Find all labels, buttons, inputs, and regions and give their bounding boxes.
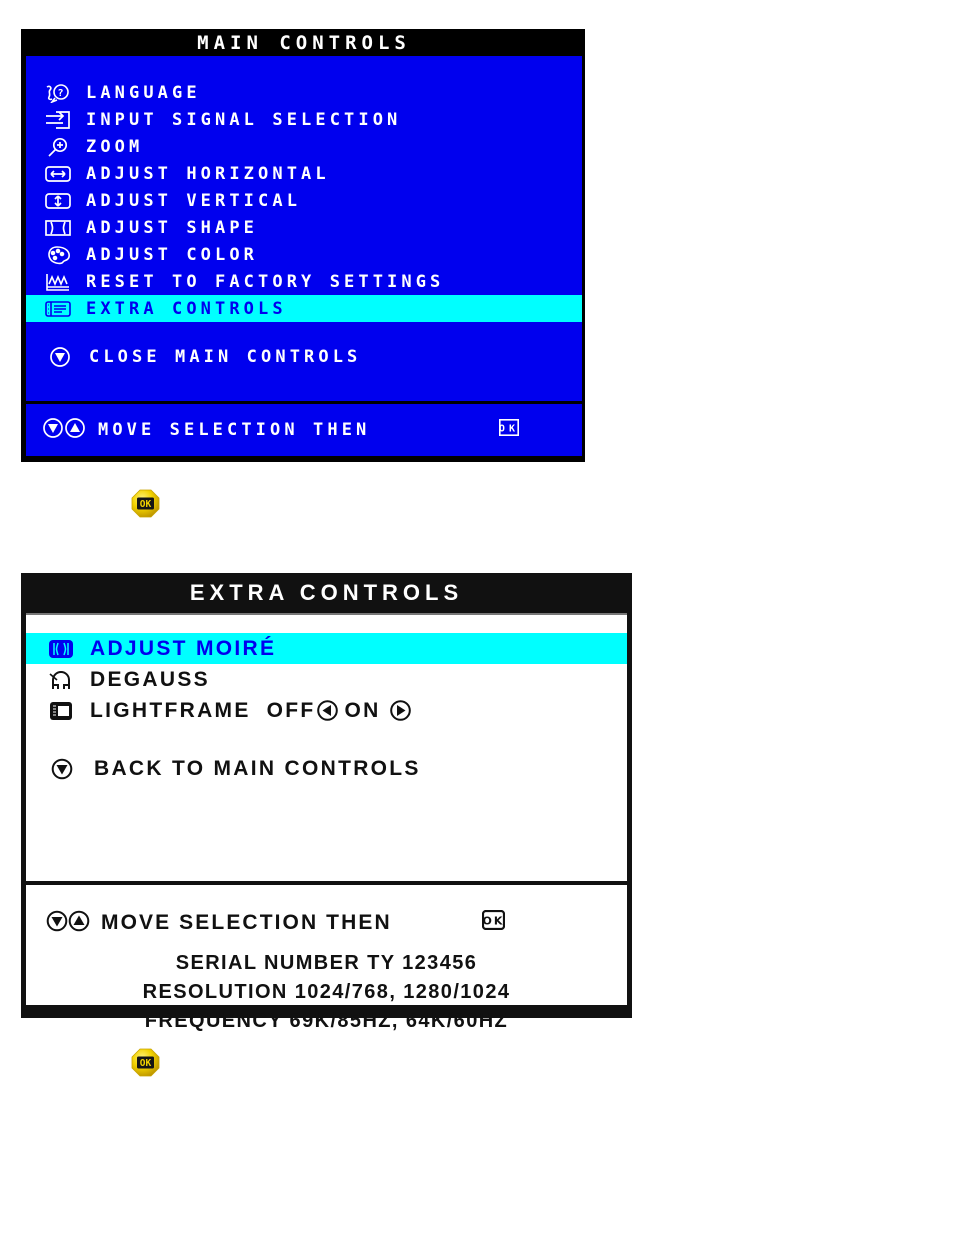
menu-item-input-signal-selection[interactable]: INPUT SIGNAL SELECTION <box>26 106 582 133</box>
main-controls-title: MAIN CONTROLS <box>23 29 585 56</box>
menu-item-label: RESET TO FACTORY SETTINGS <box>86 271 445 292</box>
extra-controls-info-area: MOVE SELECTION THEN OK SERIAL NUMBER TY … <box>26 885 627 1032</box>
lightframe-icon <box>46 698 76 724</box>
extra-controls-menu-list: ADJUST MOIRÉ DEGAUSS LIGHTFRAME OFF ON B… <box>26 613 627 881</box>
menu-item-zoom[interactable]: ZOOM <box>26 133 582 160</box>
adjust-vertical-icon <box>43 190 73 211</box>
ok-button-top[interactable]: OK <box>131 489 160 518</box>
zoom-icon <box>43 136 73 157</box>
input-signal-icon <box>43 109 73 130</box>
svg-text:OK: OK <box>483 915 505 928</box>
menu-item-adjust-shape[interactable]: ADJUST SHAPE <box>26 214 582 241</box>
menu-item-reset-to-factory-settings[interactable]: RESET TO FACTORY SETTINGS <box>26 268 582 295</box>
menu-item-label: DEGAUSS <box>90 667 210 691</box>
menu-item-lightframe[interactable]: LIGHTFRAME OFF ON <box>26 695 627 726</box>
menu-item-adjust-horizontal[interactable]: ADJUST HORIZONTAL <box>26 160 582 187</box>
svg-text:OK: OK <box>140 1058 152 1069</box>
menu-item-adjust-moire[interactable]: ADJUST MOIRÉ <box>26 633 627 664</box>
menu-item-back-to-main-controls[interactable]: BACK TO MAIN CONTROLS <box>26 752 627 786</box>
ok-button-bottom[interactable]: OK <box>131 1048 160 1077</box>
footer-nav-icons <box>26 417 86 444</box>
menu-item-label: ADJUST SHAPE <box>86 217 259 238</box>
menu-item-adjust-color[interactable]: ADJUST COLOR <box>26 241 582 268</box>
close-main-controls-label: CLOSE MAIN CONTROLS <box>89 347 362 367</box>
svg-text:OK: OK <box>499 423 519 434</box>
menu-item-label: ADJUST COLOR <box>86 244 259 265</box>
menu-item-label: ADJUST HORIZONTAL <box>86 163 330 184</box>
footer-nav-icons <box>46 910 90 937</box>
menu-item-label: LIGHTFRAME OFF ON <box>90 699 411 723</box>
footer-hint-text: MOVE SELECTION THEN <box>101 911 392 934</box>
menu-item-degauss[interactable]: DEGAUSS <box>26 664 627 695</box>
menu-item-label: INPUT SIGNAL SELECTION <box>86 109 402 130</box>
up-arrow-icon <box>64 417 86 444</box>
ok-key-icon: OK <box>384 399 520 461</box>
extra-controls-osd-panel: EXTRA CONTROLS ADJUST MOIRÉ DEGAUSS LIGH… <box>21 573 632 1032</box>
language-icon: ? <box>43 82 73 103</box>
svg-text:?: ? <box>58 88 64 99</box>
menu-item-language[interactable]: ? LANGUAGE <box>26 79 582 106</box>
menu-item-label: ZOOM <box>86 136 144 157</box>
lightframe-on-label: ON <box>344 698 381 722</box>
menu-item-label: ADJUST MOIRÉ <box>90 636 277 660</box>
up-arrow-icon <box>68 910 90 937</box>
menu-item-label: EXTRA CONTROLS <box>86 298 287 319</box>
reset-factory-icon <box>43 271 73 292</box>
adjust-shape-icon <box>43 217 73 238</box>
main-controls-footer: MOVE SELECTION THEN OK <box>23 404 585 459</box>
down-arrow-icon <box>42 417 64 444</box>
menu-item-close-main-controls[interactable]: CLOSE MAIN CONTROLS <box>26 342 582 372</box>
lightframe-label: LIGHTFRAME <box>90 698 251 722</box>
left-arrow-icon[interactable] <box>316 700 338 721</box>
menu-spacer <box>26 322 582 342</box>
back-to-main-controls-label: BACK TO MAIN CONTROLS <box>94 757 421 780</box>
svg-text:OK: OK <box>140 499 152 510</box>
extra-controls-icon <box>43 298 73 319</box>
moire-icon <box>46 636 76 662</box>
right-arrow-icon[interactable] <box>389 700 411 721</box>
adjust-color-icon <box>43 244 73 265</box>
extra-controls-title: EXTRA CONTROLS <box>21 573 632 613</box>
down-arrow-icon <box>48 347 72 368</box>
extra-controls-footer: MOVE SELECTION THEN OK <box>26 897 627 949</box>
footer-hint: MOVE SELECTION THEN OK <box>98 399 520 461</box>
info-resolution: RESOLUTION 1024/768, 1280/1024 <box>142 981 511 1003</box>
menu-item-adjust-vertical[interactable]: ADJUST VERTICAL <box>26 187 582 214</box>
menu-item-label: ADJUST VERTICAL <box>86 190 302 211</box>
menu-spacer <box>26 726 627 752</box>
main-controls-osd-panel: MAIN CONTROLS ? LANGUAGE INPUT SIGNAL SE… <box>21 29 585 462</box>
down-arrow-icon <box>50 756 74 782</box>
footer-hint-text: MOVE SELECTION THEN <box>98 420 371 440</box>
main-controls-menu-list: ? LANGUAGE INPUT SIGNAL SELECTION ZOOM A… <box>23 56 585 401</box>
menu-item-label: LANGUAGE <box>86 82 201 103</box>
lightframe-off-label: OFF <box>266 698 316 722</box>
down-arrow-icon <box>46 910 68 937</box>
adjust-horizontal-icon <box>43 163 73 184</box>
info-frequency: FREQUENCY 69K/85HZ, 64K/60HZ <box>144 1010 509 1032</box>
menu-item-extra-controls[interactable]: EXTRA CONTROLS <box>26 295 582 322</box>
degauss-icon <box>46 667 76 693</box>
